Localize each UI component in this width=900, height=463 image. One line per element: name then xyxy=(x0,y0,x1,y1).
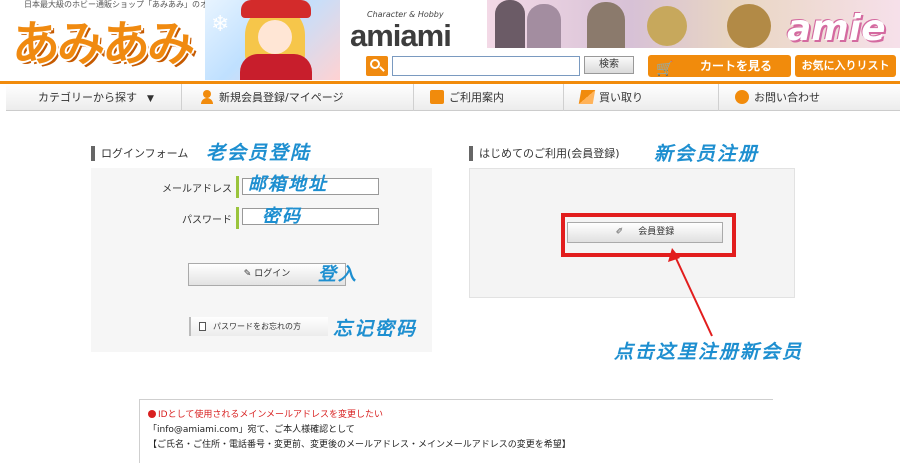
login-annotation: 老会员登陆 xyxy=(206,142,312,164)
login-button-label: ログイン xyxy=(254,269,291,279)
login-button-annotation: 登入 xyxy=(318,264,358,285)
arrow-icon xyxy=(578,90,596,104)
email-label: メールアドレス xyxy=(162,184,232,195)
pencil-icon: ✎ xyxy=(243,269,252,279)
register-button-label: 会員登録 xyxy=(638,227,675,237)
favorites-list-button[interactable]: お気に入りリスト xyxy=(795,55,896,77)
book-icon xyxy=(430,90,444,104)
email-field-accent xyxy=(236,176,239,198)
email-annotation: 邮箱地址 xyxy=(248,174,328,195)
banner-logo-text: amie xyxy=(787,8,886,48)
password-field-accent xyxy=(236,207,239,229)
view-cart-button[interactable]: 🛒 カートを見る xyxy=(648,55,791,77)
register-button[interactable]: ✐ 会員登録 xyxy=(567,222,723,243)
snowflake-icon: ❄ xyxy=(211,12,230,37)
nav-item-label: 新規会員登録/マイページ xyxy=(219,91,344,104)
view-cart-label: カートを見る xyxy=(700,59,773,73)
nav-item-label: カテゴリーから探す xyxy=(38,91,137,104)
bullet-dot-icon xyxy=(148,410,156,418)
annotation-arrow xyxy=(668,248,713,337)
nav-item-category[interactable]: カテゴリーから探す ▼ xyxy=(6,84,182,111)
register-arrow-annotation: 点击这里注册新会员 xyxy=(614,341,804,363)
document-icon xyxy=(199,322,206,331)
forgot-password-label: パスワードをお忘れの方 xyxy=(213,322,301,331)
promo-banner[interactable]: amie xyxy=(487,0,900,48)
login-form-title: ログインフォーム xyxy=(91,146,188,161)
password-annotation: 密码 xyxy=(262,206,302,227)
search-input[interactable] xyxy=(392,56,580,76)
nav-item-label: ご利用案内 xyxy=(449,91,504,104)
forgot-password-annotation: 忘记密码 xyxy=(333,318,418,340)
speech-bubble-icon xyxy=(735,90,749,104)
main-navigation: カテゴリーから探す ▼ 新規会員登録/マイページ ご利用案内 買い取り お問い合わ… xyxy=(6,84,900,111)
search-button[interactable]: 検索 xyxy=(584,56,634,74)
mascot-illustration: ❄ xyxy=(205,0,340,80)
search-icon xyxy=(366,56,388,76)
brand-name: amiami xyxy=(350,18,452,53)
nav-item-contact[interactable]: お問い合わせ xyxy=(719,84,900,111)
nav-item-label: 買い取り xyxy=(599,91,643,104)
register-annotation: 新会员注册 xyxy=(654,143,760,165)
person-icon xyxy=(200,90,214,104)
nav-item-buyback[interactable]: 買い取り xyxy=(564,84,719,111)
forgot-password-button[interactable]: パスワードをお忘れの方 xyxy=(189,317,328,336)
triangle-down-icon: ▼ xyxy=(147,94,154,104)
cart-icon: 🛒 xyxy=(656,61,674,77)
nav-item-guide[interactable]: ご利用案内 xyxy=(414,84,564,111)
site-logo[interactable]: あみあみ xyxy=(12,14,195,74)
nav-item-register-mypage[interactable]: 新規会員登録/マイページ xyxy=(182,84,414,111)
nav-item-label: お問い合わせ xyxy=(754,91,820,104)
register-section-title: はじめてのご利用(会員登録) xyxy=(469,146,620,161)
notice-line: 「info@amiami.com」宛て、ご本人様確認として xyxy=(148,425,355,435)
brand-logo[interactable]: Character & Hobby amiami xyxy=(350,8,485,56)
pen-icon: ✐ xyxy=(615,227,624,237)
notice-line: 【ご氏名・ご住所・電話番号・変更前、変更後のメールアドレス・メインメールアドレス… xyxy=(148,440,571,450)
password-label: パスワード xyxy=(182,215,232,226)
notice-heading: IDとして使用されるメインメールアドレスを変更したい xyxy=(148,408,767,423)
notice-heading-text: IDとして使用されるメインメールアドレスを変更したい xyxy=(158,410,384,420)
email-change-notice: IDとして使用されるメインメールアドレスを変更したい 「info@amiami.… xyxy=(139,399,773,463)
